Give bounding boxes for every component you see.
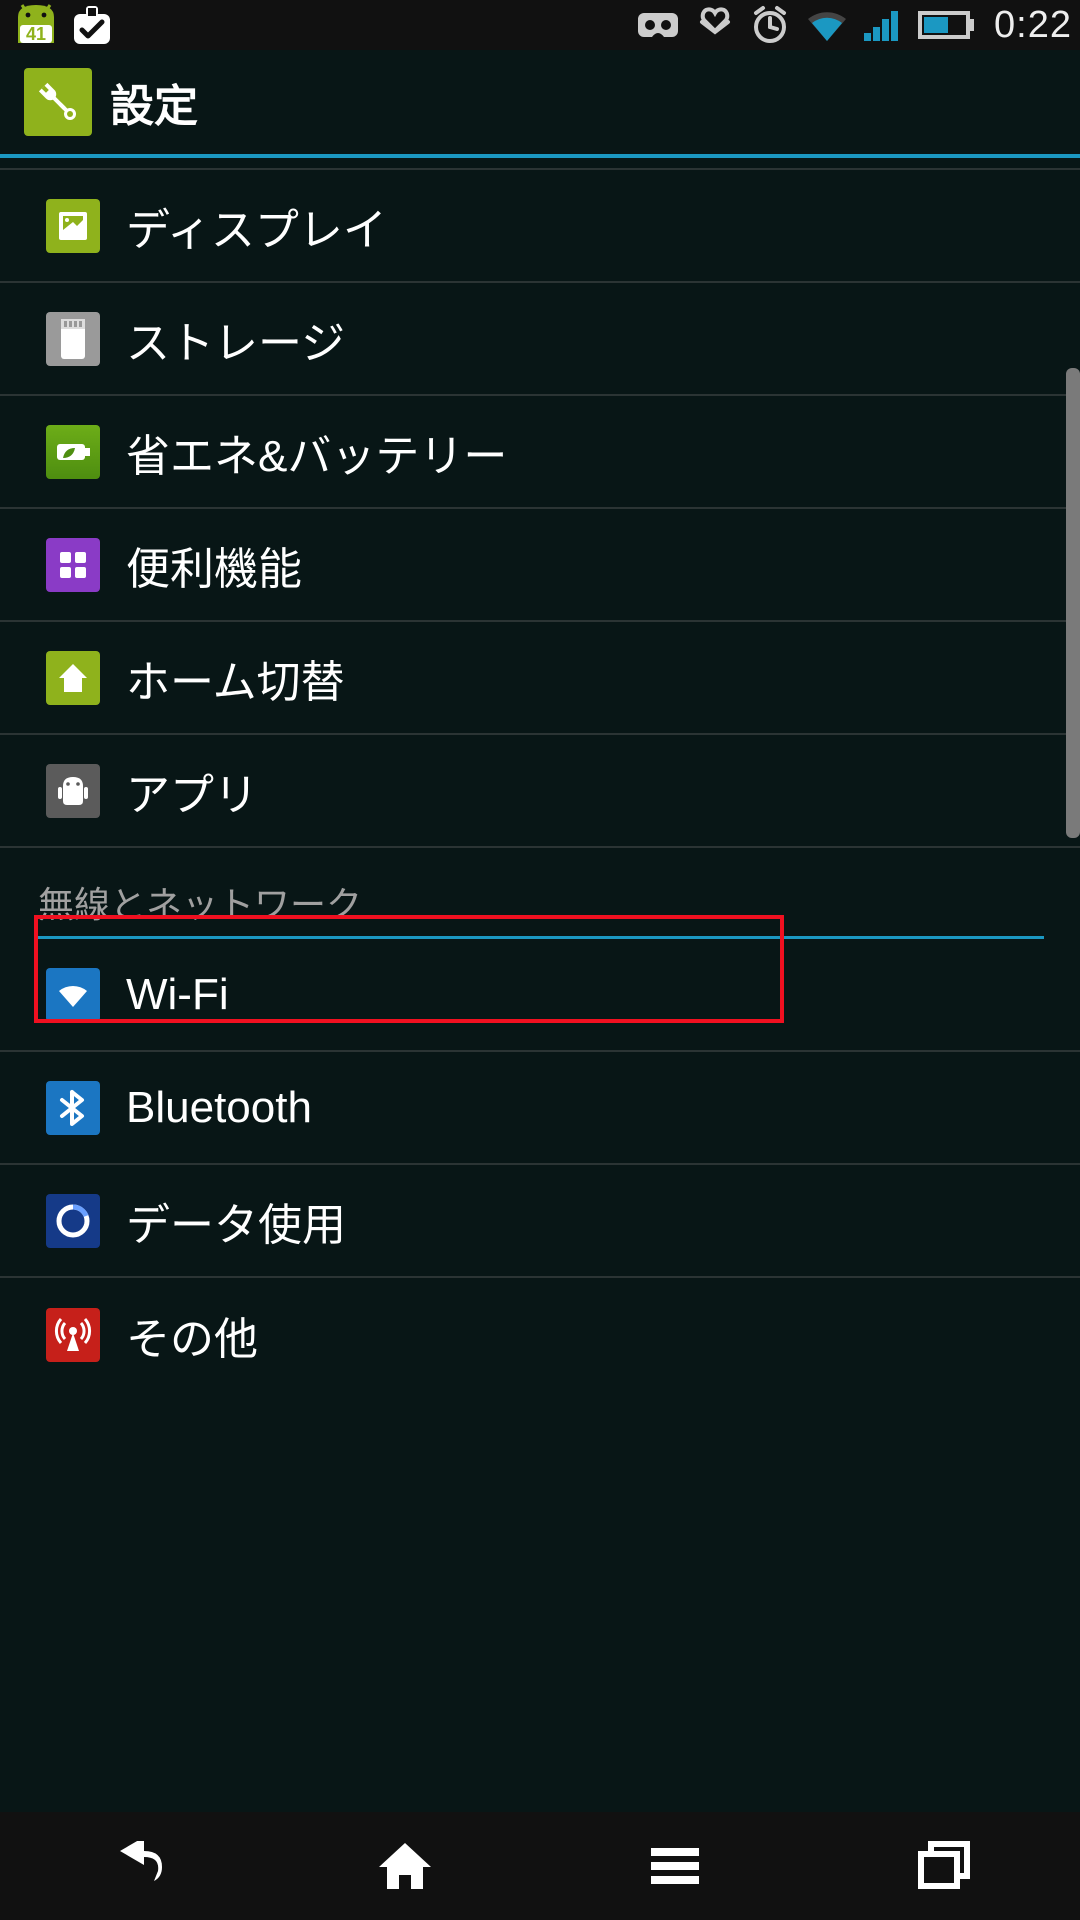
status-bar: 41: [0, 0, 1080, 50]
storage-icon: [46, 312, 100, 366]
status-bar-right: 0:22: [636, 4, 1072, 47]
apps-android-icon: [46, 764, 100, 818]
status-time: 0:22: [994, 4, 1072, 47]
navigation-bar: [0, 1812, 1080, 1920]
cell-signal-icon: [864, 7, 904, 43]
list-item-label: ストレージ: [126, 307, 345, 371]
vr-icon: [636, 9, 680, 41]
list-item-label: アプリ: [126, 759, 258, 823]
list-item-convenience[interactable]: 便利機能: [0, 509, 1080, 622]
list-item-other[interactable]: その他: [0, 1278, 1080, 1391]
list-item-label: Wi-Fi: [126, 970, 229, 1020]
list-item-battery[interactable]: 省エネ&バッテリー: [0, 396, 1080, 509]
battery-icon: [918, 9, 976, 41]
list-item-label: ホーム切替: [126, 646, 345, 710]
list-item-label: その他: [126, 1303, 258, 1367]
display-icon: [46, 199, 100, 253]
bluetooth-icon: [46, 1081, 100, 1135]
list-item-bluetooth[interactable]: Bluetooth: [0, 1052, 1080, 1165]
list-item-home-switch[interactable]: ホーム切替: [0, 622, 1080, 735]
battery-badge-text: 41: [26, 24, 46, 44]
status-bar-left: 41: [8, 3, 114, 47]
list-item-apps[interactable]: アプリ: [0, 735, 1080, 848]
features-grid-icon: [46, 538, 100, 592]
alarm-icon: [750, 5, 790, 45]
list-item-label: データ使用: [126, 1189, 346, 1253]
data-usage-icon: [46, 1194, 100, 1248]
list-item-data-usage[interactable]: データ使用: [0, 1165, 1080, 1278]
list-item-storage[interactable]: ストレージ: [0, 283, 1080, 396]
nav-recent-button[interactable]: [900, 1836, 990, 1896]
wifi-settings-icon: [46, 968, 100, 1022]
section-header-wireless: 無線とネットワーク: [0, 848, 1080, 936]
nav-menu-button[interactable]: [630, 1836, 720, 1896]
list-item-wifi[interactable]: Wi-Fi: [0, 939, 1080, 1052]
task-notification-icon: [70, 4, 114, 46]
list-item-label: 省エネ&バッテリー: [126, 420, 507, 484]
antenna-icon: [46, 1308, 100, 1362]
heart-mail-icon: [694, 6, 736, 44]
settings-icon: [24, 68, 92, 136]
list-item-label: 便利機能: [126, 533, 302, 597]
home-icon: [46, 651, 100, 705]
settings-list: ディスプレイ ストレージ 省エネ&バッテリー 便利機能 ホーム切替 アプリ 無線…: [0, 168, 1080, 1391]
list-item-label: Bluetooth: [126, 1083, 312, 1133]
wifi-icon: [804, 7, 850, 43]
page-title: 設定: [110, 70, 198, 134]
battery-leaf-icon: [46, 425, 100, 479]
list-item-label: ディスプレイ: [126, 194, 387, 258]
nav-back-button[interactable]: [90, 1836, 180, 1896]
android-notification-icon: 41: [8, 3, 64, 47]
nav-home-button[interactable]: [360, 1836, 450, 1896]
scroll-indicator[interactable]: [1066, 368, 1080, 838]
list-item-display[interactable]: ディスプレイ: [0, 170, 1080, 283]
app-header: 設定: [0, 50, 1080, 158]
